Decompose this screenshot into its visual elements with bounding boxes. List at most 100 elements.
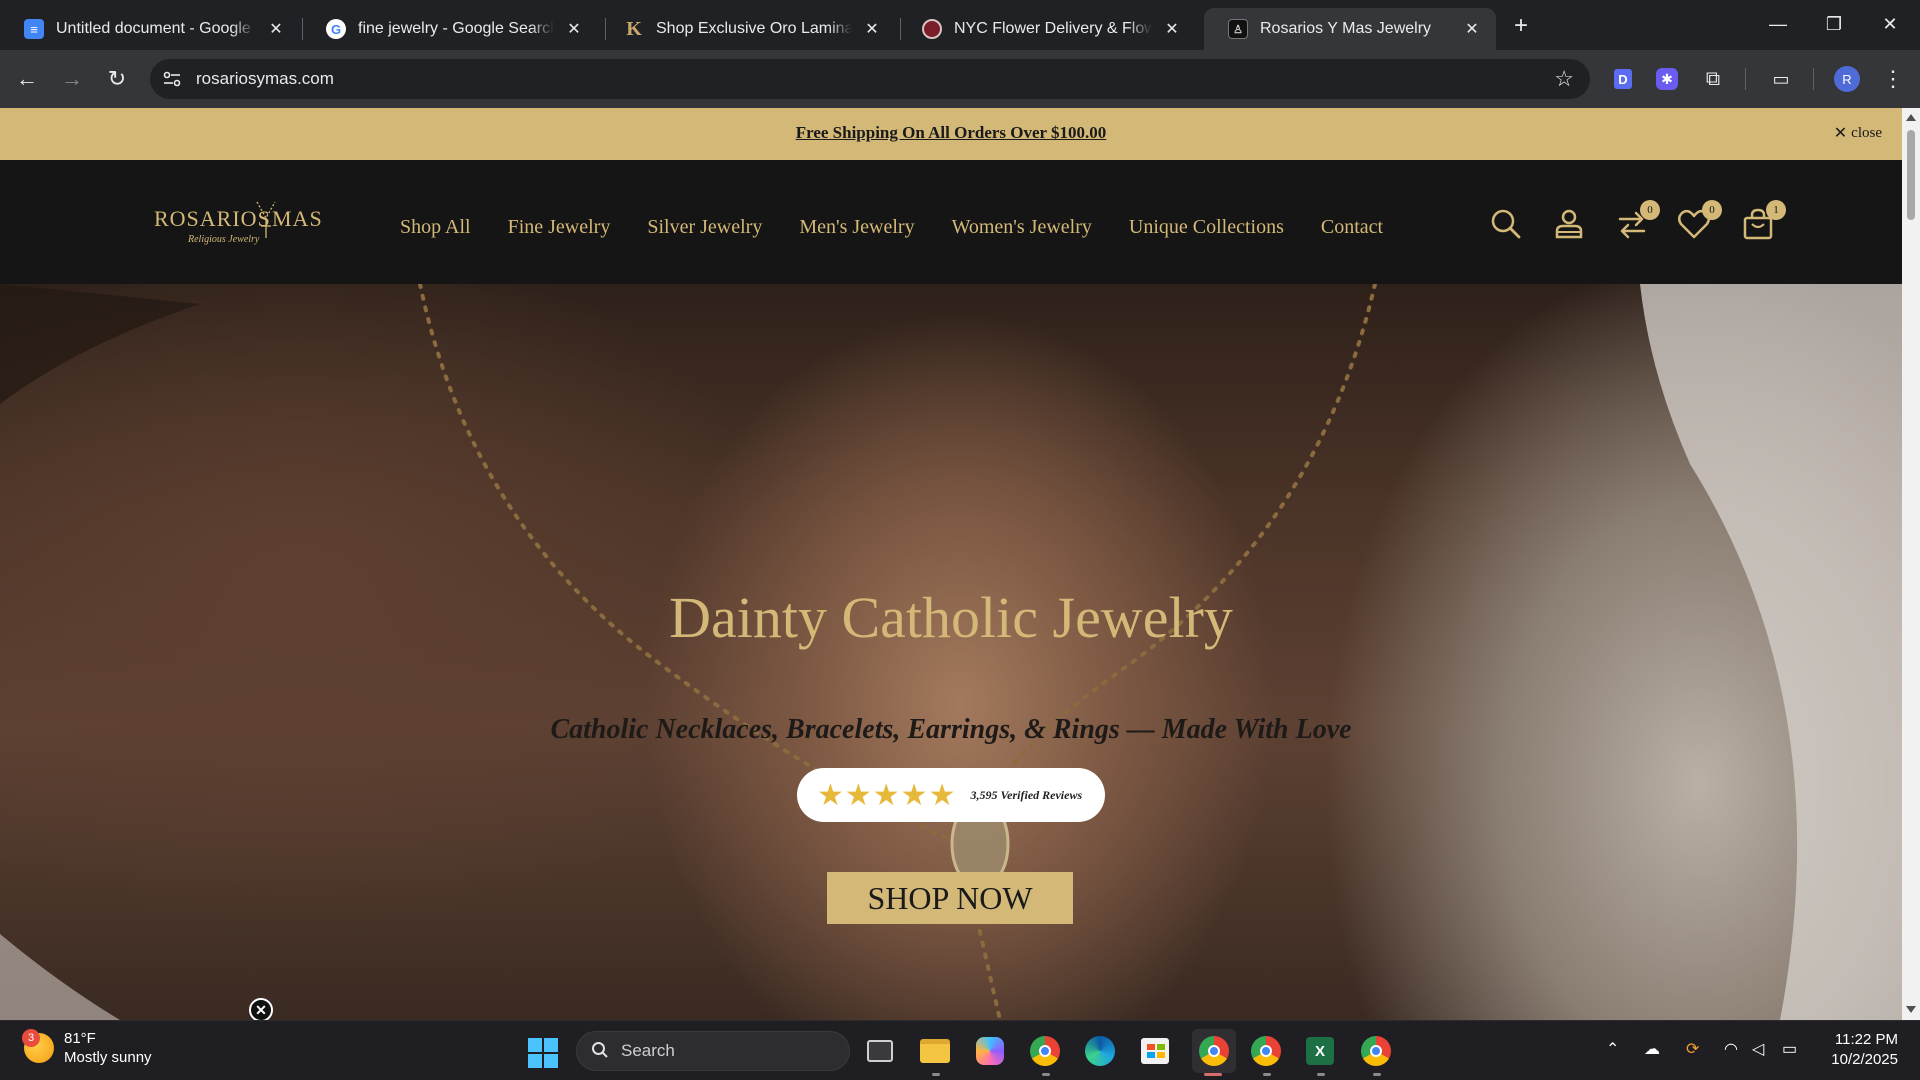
tab-oro-laminado[interactable]: K Shop Exclusive Oro Laminado Wholesale … xyxy=(600,8,896,50)
minimize-button[interactable]: — xyxy=(1750,0,1806,48)
search-icon[interactable] xyxy=(1488,206,1524,242)
sync-icon[interactable]: ⟳ xyxy=(1686,1039,1699,1059)
tab-google-search[interactable]: G fine jewelry - Google Search ✕ xyxy=(302,8,598,50)
bookmark-star-icon[interactable]: ☆ xyxy=(1554,66,1574,92)
nav-unique-collections[interactable]: Unique Collections xyxy=(1129,216,1284,239)
five-star-rating-icon: ★★★★★ xyxy=(817,778,957,812)
cast-search-icon[interactable]: ▭ xyxy=(1766,64,1796,94)
restore-button[interactable]: ❐ xyxy=(1806,0,1862,48)
page-scrollbar[interactable] xyxy=(1902,108,1920,1020)
google-docs-icon: ≡ xyxy=(24,19,44,39)
cart-button[interactable]: 1 xyxy=(1740,200,1786,242)
active-indicator xyxy=(1204,1073,1222,1076)
windows-start-icon[interactable] xyxy=(528,1038,558,1068)
nav-shop-all[interactable]: Shop All xyxy=(400,216,471,239)
back-button[interactable]: ← xyxy=(10,62,44,96)
toolbar-divider xyxy=(1813,68,1814,90)
chrome-profile-r-active[interactable] xyxy=(1192,1029,1236,1073)
nav-womens-jewelry[interactable]: Women's Jewelry xyxy=(952,216,1092,239)
tab-google-docs[interactable]: ≡ Untitled document - Google Docs ✕ xyxy=(0,8,300,50)
compare-button[interactable]: 0 xyxy=(1614,200,1660,242)
tab-title: Untitled document - Google Docs xyxy=(56,20,256,37)
tab-title: fine jewelry - Google Search xyxy=(358,20,554,37)
hero-tagline: Catholic Necklaces, Bracelets, Earrings,… xyxy=(550,714,1352,745)
extension-snowflake-icon[interactable]: ✱ xyxy=(1652,64,1682,94)
compare-count-badge: 0 xyxy=(1640,200,1660,220)
address-bar[interactable]: rosariosymas.com ☆ xyxy=(150,59,1590,99)
browser-toolbar: ← → ↻ rosariosymas.com ☆ D ✱ ⧉ ▭ R ⋮ xyxy=(0,50,1920,108)
show-hidden-icons-chevron-icon[interactable]: ⌃ xyxy=(1606,1039,1619,1059)
tab-rosarios-active[interactable]: ♙ Rosarios Y Mas Jewelry ✕ xyxy=(1204,8,1496,50)
clock-time: 11:22 PM xyxy=(1834,1031,1898,1048)
onedrive-cloud-icon[interactable]: ☁ xyxy=(1644,1039,1660,1059)
close-tab-icon[interactable]: ✕ xyxy=(1162,19,1182,39)
task-view-icon[interactable] xyxy=(862,1033,898,1069)
close-tab-icon[interactable]: ✕ xyxy=(862,19,882,39)
reload-button[interactable]: ↻ xyxy=(100,62,134,96)
chrome-profile-a-icon[interactable] xyxy=(1248,1033,1284,1069)
wifi-icon[interactable]: ◠ xyxy=(1724,1039,1738,1059)
tab-flower-delivery[interactable]: NYC Flower Delivery & Flower Shop ✕ xyxy=(898,8,1196,50)
taskbar-search-placeholder: Search xyxy=(621,1041,675,1060)
main-navigation: Shop All Fine Jewelry Silver Jewelry Men… xyxy=(400,216,1383,239)
profile-avatar[interactable]: R xyxy=(1832,64,1862,94)
scroll-down-arrow-icon[interactable] xyxy=(1906,1006,1916,1013)
close-tab-icon[interactable]: ✕ xyxy=(266,19,286,39)
extensions-puzzle-icon[interactable]: ⧉ xyxy=(1698,64,1728,94)
battery-icon[interactable]: ▭ xyxy=(1782,1039,1797,1059)
logo-word-right: MAS xyxy=(272,206,323,231)
toolbar-divider xyxy=(1745,68,1746,90)
close-icon: ✕ xyxy=(1833,125,1848,142)
tab-title: NYC Flower Delivery & Flower Shop xyxy=(954,20,1152,37)
running-indicator xyxy=(1263,1073,1271,1076)
nav-mens-jewelry[interactable]: Men's Jewelry xyxy=(799,216,914,239)
copilot-icon[interactable] xyxy=(972,1033,1008,1069)
running-indicator xyxy=(1042,1073,1050,1076)
new-tab-button[interactable]: + xyxy=(1507,12,1535,40)
shop-now-button[interactable]: SHOP NOW xyxy=(827,872,1073,924)
close-window-button[interactable]: ✕ xyxy=(1862,0,1918,48)
menu-kebab-icon[interactable]: ⋮ xyxy=(1878,64,1908,94)
close-tab-icon[interactable]: ✕ xyxy=(1462,19,1482,39)
wishlist-button[interactable]: 0 xyxy=(1676,200,1722,242)
reviews-count: 3,595 Verified Reviews xyxy=(970,787,1083,802)
nav-fine-jewelry[interactable]: Fine Jewelry xyxy=(508,216,611,239)
chrome-icon[interactable] xyxy=(1027,1033,1063,1069)
file-explorer-icon[interactable] xyxy=(917,1033,953,1069)
search-icon xyxy=(592,1042,608,1058)
volume-icon[interactable]: ◁ xyxy=(1752,1039,1764,1059)
scroll-up-arrow-icon[interactable] xyxy=(1906,114,1916,121)
extension-d-icon[interactable]: D xyxy=(1608,64,1638,94)
chrome-profile-s-icon[interactable] xyxy=(1358,1033,1394,1069)
free-shipping-link[interactable]: Free Shipping On All Orders Over $100.00 xyxy=(0,123,1902,143)
popup-close-icon[interactable]: ✕ xyxy=(249,998,273,1020)
scrollbar-thumb[interactable] xyxy=(1907,130,1915,220)
edge-icon[interactable] xyxy=(1082,1033,1118,1069)
nav-contact[interactable]: Contact xyxy=(1321,216,1383,239)
sunny-weather-icon: 3 xyxy=(22,1029,54,1063)
close-tab-icon[interactable]: ✕ xyxy=(564,19,584,39)
forward-button[interactable]: → xyxy=(55,62,89,96)
nav-silver-jewelry[interactable]: Silver Jewelry xyxy=(647,216,762,239)
system-clock[interactable]: 11:22 PM 10/2/2025 xyxy=(1818,1030,1898,1070)
taskbar-search[interactable]: Search xyxy=(576,1031,850,1071)
excel-icon[interactable]: X xyxy=(1302,1033,1338,1069)
weather-badge: 3 xyxy=(22,1029,40,1047)
running-indicator xyxy=(1373,1073,1381,1076)
weather-temp: 81°F xyxy=(64,1030,96,1047)
microsoft-store-icon[interactable] xyxy=(1137,1033,1173,1069)
cart-count-badge: 1 xyxy=(1766,200,1786,220)
flower-shop-icon xyxy=(922,19,942,39)
weather-widget[interactable]: 3 81°F Mostly sunny xyxy=(22,1029,152,1067)
google-icon: G xyxy=(326,19,346,39)
announcement-bar: Free Shipping On All Orders Over $100.00… xyxy=(0,108,1902,160)
site-logo[interactable]: ROSARIOS MAS Religious Jewelry xyxy=(152,198,322,258)
profile-initial: R xyxy=(1834,66,1860,92)
reviews-badge[interactable]: ★★★★★ 3,595 Verified Reviews xyxy=(797,768,1105,822)
site-info-icon[interactable] xyxy=(162,69,182,89)
hero-banner: Dainty Catholic Jewelry Catholic Necklac… xyxy=(0,284,1902,1020)
account-icon[interactable] xyxy=(1551,206,1587,242)
tab-strip: ≡ Untitled document - Google Docs ✕ G fi… xyxy=(0,0,1920,50)
announcement-close-button[interactable]: ✕ close xyxy=(1834,123,1882,143)
rosarios-icon: ♙ xyxy=(1228,19,1248,39)
